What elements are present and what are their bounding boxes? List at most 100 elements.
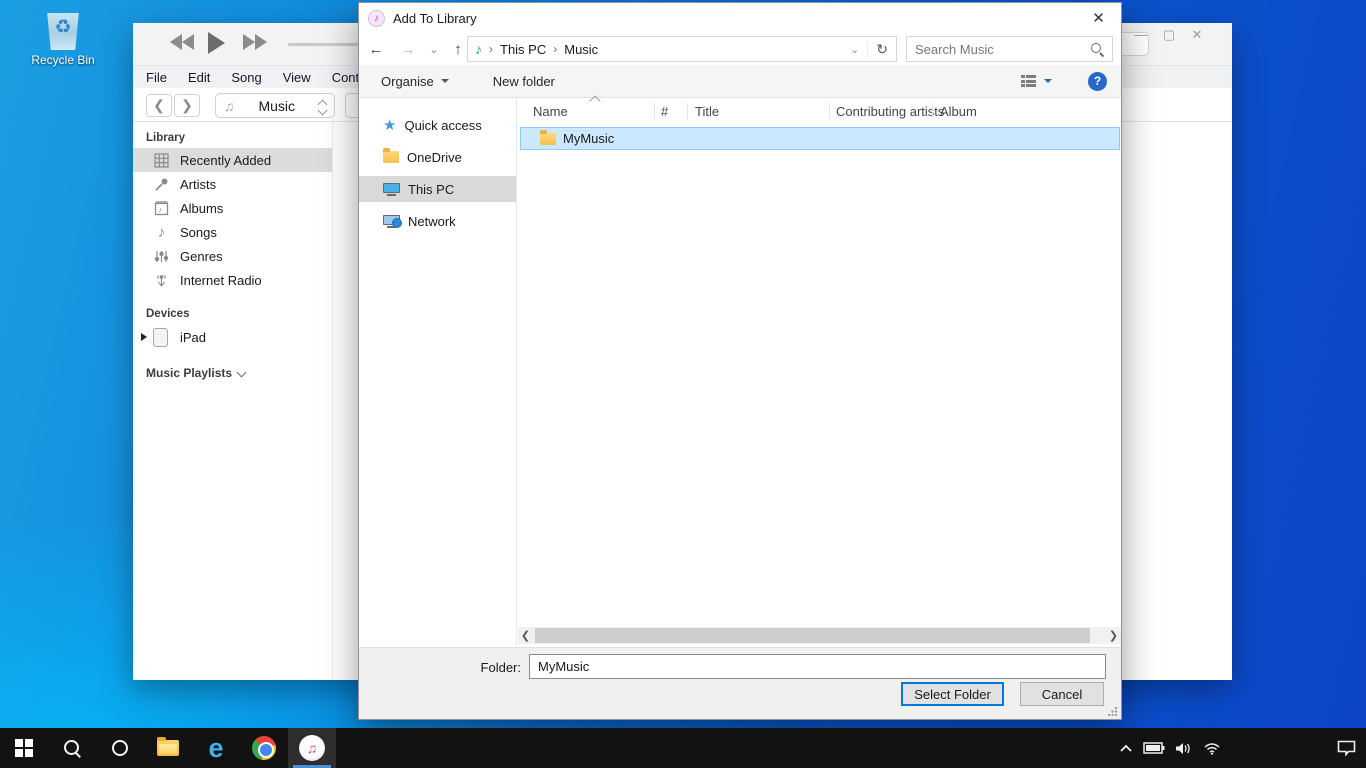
back-button[interactable]: ← [359,41,393,58]
menu-song[interactable]: Song [231,70,261,85]
sidebar-item-recently-added[interactable]: Recently Added [133,148,332,172]
menu-view[interactable]: View [283,70,311,85]
recycle-bin-shortcut[interactable]: ♻ Recycle Bin [30,8,96,67]
refresh-icon[interactable]: ↻ [867,41,896,58]
file-row-mymusic[interactable]: MyMusic [520,127,1120,150]
network-icon [383,215,400,228]
location-music-icon: ♪ [468,41,482,57]
file-explorer-button[interactable] [144,728,192,768]
address-dropdown-icon[interactable]: ⌄ [842,43,867,56]
view-dropdown-icon[interactable] [1044,79,1052,87]
recycle-bin-icon: ♻ [45,8,81,50]
sidebar-item-genres[interactable]: Genres [133,244,332,268]
folder-input-value: MyMusic [538,659,589,674]
file-explorer-icon [157,740,179,756]
sidebar-item-label: Recently Added [180,153,271,168]
show-hidden-icons-button[interactable] [1119,743,1133,753]
nav-item-label: OneDrive [407,150,462,165]
minimize-icon[interactable]: — [1134,27,1148,43]
organise-menu-button[interactable]: Organise [381,74,449,89]
nav-item-label: Network [408,214,456,229]
windows-logo-icon [15,739,33,757]
nav-item-network[interactable]: Network [359,208,516,234]
sidebar-item-albums[interactable]: ♪ Albums [133,196,332,220]
scroll-right-icon[interactable]: ❯ [1106,629,1121,642]
start-button[interactable] [0,728,48,768]
breadcrumb-this-pc[interactable]: This PC [500,42,546,57]
maximize-icon[interactable]: ▢ [1162,27,1176,43]
microphone-icon [153,176,170,193]
scrollbar-thumb[interactable] [535,628,1090,643]
view-mode-icon[interactable] [1021,75,1037,87]
column-header-contributing-artists[interactable]: Contributing artists [836,104,944,119]
close-icon[interactable]: ✕ [1190,27,1204,43]
itunes-forward-button[interactable]: ❯ [174,94,200,117]
library-header: Library [146,132,332,144]
itunes-taskbar-button[interactable]: ♫ [288,728,336,768]
song-note-icon: ♪ [153,224,170,241]
menu-edit[interactable]: Edit [188,70,210,85]
cancel-button[interactable]: Cancel [1020,682,1104,706]
next-track-button[interactable] [243,34,267,50]
dialog-titlebar[interactable]: ♪ Add To Library [359,3,1121,33]
dialog-footer: Folder: MyMusic Select Folder Cancel [359,647,1121,719]
music-playlists-header[interactable]: Music Playlists [146,366,332,380]
internet-explorer-button[interactable]: e [192,728,240,768]
column-header-number[interactable]: # [661,104,668,119]
previous-track-button[interactable] [170,34,194,50]
media-type-selector[interactable]: ♫ Music [215,93,335,118]
address-bar[interactable]: ♪ › This PC › Music ⌄ ↻ [467,36,897,62]
dialog-title: Add To Library [393,11,477,26]
forward-button[interactable]: → [393,41,423,58]
breadcrumb-separator-icon: › [546,42,564,56]
expander-arrow-icon[interactable] [141,333,147,341]
file-list: Name # Title Contributing artists Album … [518,98,1121,647]
chevron-down-icon [441,79,449,87]
search-input[interactable]: Search Music [906,36,1113,62]
svg-text:♪: ♪ [158,205,162,214]
wifi-icon[interactable] [1203,742,1221,755]
itunes-icon: ♫ [299,735,325,761]
sidebar-item-internet-radio[interactable]: Internet Radio [133,268,332,292]
chrome-button[interactable] [240,728,288,768]
play-button[interactable] [208,32,225,54]
sidebar-item-label: Albums [180,201,223,216]
scroll-left-icon[interactable]: ❮ [518,629,533,642]
action-center-icon[interactable] [1337,740,1356,756]
resize-grip[interactable] [1108,706,1118,716]
taskbar-search-button[interactable] [48,728,96,768]
select-folder-button[interactable]: Select Folder [901,682,1004,706]
sidebar-item-songs[interactable]: ♪ Songs [133,220,332,244]
dialog-close-button[interactable]: ✕ [1076,3,1121,32]
column-header-name[interactable]: Name [533,104,568,119]
itunes-sidebar: Library Recently Added Artists ♪ Albums … [133,122,333,680]
sidebar-item-ipad[interactable]: iPad [133,324,332,350]
sidebar-item-label: Internet Radio [180,273,262,288]
sort-ascending-icon [589,95,600,106]
menu-file[interactable]: File [146,70,167,85]
nav-item-onedrive[interactable]: OneDrive [359,144,516,170]
column-header-album[interactable]: Album [940,104,977,119]
ipad-icon [153,328,168,347]
cortana-icon [112,740,128,756]
nav-item-this-pc[interactable]: This PC [359,176,516,202]
folder-name-input[interactable]: MyMusic [529,654,1106,679]
search-icon[interactable] [1090,42,1104,56]
genres-icon [153,248,170,265]
recent-locations-chevron[interactable]: ⌄ [423,43,445,56]
cortana-button[interactable] [96,728,144,768]
volume-icon[interactable] [1175,742,1193,755]
help-icon[interactable]: ? [1088,72,1107,91]
battery-icon[interactable] [1143,742,1165,754]
itunes-app-icon: ♪ [368,10,385,27]
itunes-back-button[interactable]: ❮ [146,94,172,117]
breadcrumb-music[interactable]: Music [564,42,598,57]
grid-icon [153,152,170,169]
recycle-symbol-icon: ♻ [45,16,81,39]
horizontal-scrollbar[interactable]: ❮ ❯ [518,627,1121,644]
new-folder-button[interactable]: New folder [493,74,555,89]
sidebar-item-artists[interactable]: Artists [133,172,332,196]
column-header-title[interactable]: Title [695,104,719,119]
device-label: iPad [180,330,206,345]
nav-item-quick-access[interactable]: ★ Quick access [359,112,516,138]
